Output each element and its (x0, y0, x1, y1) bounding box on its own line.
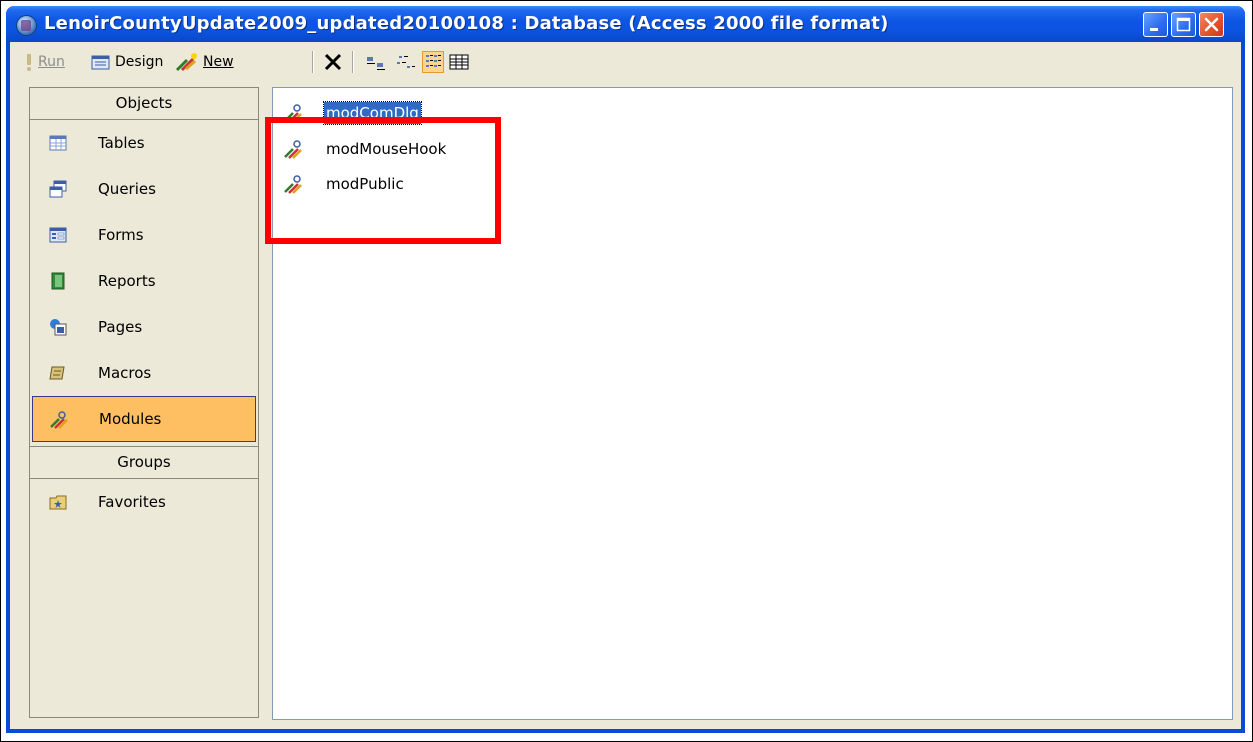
sidebar-item-label: Forms (98, 226, 144, 244)
sidebar-item-label: Pages (98, 318, 143, 336)
toolbar-separator (352, 51, 354, 73)
design-button[interactable]: Design (90, 51, 163, 73)
database-window-client: Run Design New Objects Tables Queries Fo… (10, 42, 1241, 729)
database-window: LenoirCountyUpdate2009_updated20100108 :… (6, 6, 1245, 733)
run-button[interactable]: Run (23, 51, 65, 73)
objects-header[interactable]: Objects (30, 88, 258, 120)
sidebar-item-macros[interactable]: Macros (30, 350, 258, 396)
maximize-icon (1176, 17, 1191, 32)
page-icon (50, 319, 67, 336)
delete-icon (324, 53, 342, 71)
sidebar-item-label: Reports (98, 272, 156, 290)
sidebar-item-label: Favorites (98, 493, 166, 511)
small-icons-view-icon (397, 56, 415, 68)
module-name: modPublic (326, 175, 404, 193)
database-toolbar: Run Design New (10, 42, 1241, 80)
design-label: Design (115, 54, 164, 70)
sidebar-item-label: Modules (99, 410, 162, 428)
module-name: modComDlg (323, 101, 422, 125)
sidebar-item-label: Tables (98, 134, 145, 152)
sidebar-item-queries[interactable]: Queries (30, 166, 258, 212)
close-button[interactable] (1199, 12, 1224, 37)
access-database-icon[interactable] (16, 15, 37, 36)
groups-header[interactable]: Groups (30, 446, 258, 479)
module-list-item[interactable]: modMouseHook (283, 138, 448, 160)
module-list-item[interactable]: modPublic (283, 173, 406, 195)
sidebar-item-reports[interactable]: Reports (30, 258, 258, 304)
new-label: New (203, 54, 234, 70)
sidebar-item-pages[interactable]: Pages (30, 304, 258, 350)
module-list-item[interactable]: modComDlg (283, 101, 422, 125)
details-view-icon (449, 54, 469, 70)
delete-button[interactable] (322, 51, 344, 73)
form-icon (49, 227, 67, 243)
sidebar-item-modules[interactable]: Modules (32, 396, 256, 442)
sidebar-item-favorites[interactable]: Favorites (30, 479, 258, 525)
minimize-icon (1150, 28, 1158, 31)
list-view-icon (426, 55, 441, 67)
sidebar-item-forms[interactable]: Forms (30, 212, 258, 258)
macro-icon (49, 366, 65, 380)
table-icon (49, 135, 67, 151)
sidebar-item-tables[interactable]: Tables (30, 120, 258, 166)
toolbar-separator (312, 51, 314, 73)
module-icon (284, 175, 302, 194)
sidebar-item-label: Queries (98, 180, 156, 198)
objects-bar: Objects Tables Queries Forms Reports Pag… (29, 87, 259, 718)
run-label: Run (38, 54, 65, 70)
close-icon (1204, 17, 1219, 32)
module-icon (50, 411, 68, 429)
design-icon (91, 55, 110, 70)
module-name: modMouseHook (326, 140, 447, 158)
modules-list-pane[interactable]: modComDlg modMouseHook modPublic (272, 87, 1233, 720)
minimize-button[interactable] (1143, 12, 1168, 37)
run-icon (27, 54, 31, 71)
large-icons-view-button[interactable] (365, 51, 387, 73)
new-button[interactable]: New (174, 51, 234, 73)
screenshot-frame: LenoirCountyUpdate2009_updated20100108 :… (0, 0, 1253, 742)
report-icon (51, 272, 65, 290)
title-bar[interactable]: LenoirCountyUpdate2009_updated20100108 :… (6, 6, 1245, 42)
module-icon (284, 104, 302, 123)
maximize-button[interactable] (1171, 12, 1196, 37)
sidebar-item-label: Macros (98, 364, 152, 382)
query-icon (49, 180, 67, 198)
list-view-button[interactable] (422, 51, 444, 73)
small-icons-view-button[interactable] (395, 51, 417, 73)
large-icons-view-icon (367, 57, 385, 70)
favorites-folder-icon (49, 495, 67, 510)
new-module-icon (175, 53, 197, 72)
module-icon (284, 140, 302, 159)
details-view-button[interactable] (448, 51, 470, 73)
window-title: LenoirCountyUpdate2009_updated20100108 :… (44, 13, 889, 34)
